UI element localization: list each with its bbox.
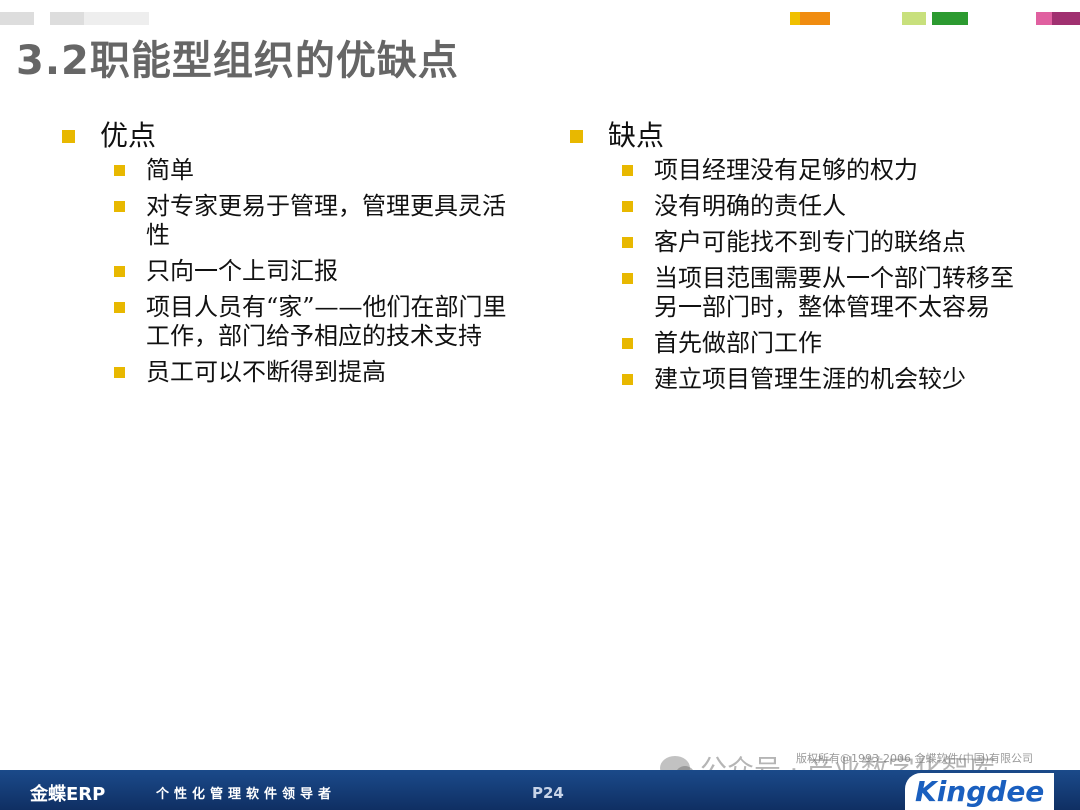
square-bullet-icon (622, 273, 633, 284)
square-bullet-icon (622, 237, 633, 248)
list-item-text: 项目人员有“家”——他们在部门里工作，部门给予相应的技术支持 (146, 293, 507, 350)
top-bar-gray-2 (50, 12, 84, 25)
square-bullet-icon (622, 165, 633, 176)
top-bar-lightgreen (902, 12, 926, 25)
list-item-text: 首先做部门工作 (654, 329, 822, 357)
footer-slogan: 个性化管理软件领导者 (156, 787, 337, 802)
advantages-heading-row: 优点 (58, 118, 538, 154)
list-item: 只向一个上司汇报 (114, 257, 538, 286)
list-item-text: 当项目范围需要从一个部门转移至另一部门时，整体管理不太容易 (654, 264, 1014, 321)
disadvantages-heading: 缺点 (608, 119, 665, 152)
list-item: 简单 (114, 156, 538, 185)
top-bar-gray-1 (0, 12, 34, 25)
top-bar-magenta (1052, 12, 1080, 25)
square-bullet-icon (114, 367, 125, 378)
top-bar-yellow (790, 12, 800, 25)
list-item-text: 对专家更易于管理，管理更具灵活性 (146, 192, 506, 249)
list-item-text: 客户可能找不到专门的联络点 (654, 228, 966, 256)
top-bar-pink (1036, 12, 1052, 25)
list-item-text: 员工可以不断得到提高 (146, 358, 386, 386)
advantages-heading: 优点 (100, 119, 157, 152)
list-item-text: 没有明确的责任人 (654, 192, 846, 220)
list-item-text: 项目经理没有足够的权力 (654, 156, 918, 184)
list-item: 当项目范围需要从一个部门转移至另一部门时，整体管理不太容易 (622, 264, 1046, 322)
list-item-text: 只向一个上司汇报 (146, 257, 338, 285)
list-item: 没有明确的责任人 (622, 192, 1046, 221)
disadvantages-list: 项目经理没有足够的权力 没有明确的责任人 客户可能找不到专门的联络点 当项目范围… (622, 156, 1046, 394)
list-item: 首先做部门工作 (622, 329, 1046, 358)
square-bullet-icon (622, 338, 633, 349)
page-number: P24 (532, 784, 564, 802)
square-bullet-icon (622, 374, 633, 385)
top-bar-gray-3 (84, 12, 149, 25)
disadvantages-column: 缺点 项目经理没有足够的权力 没有明确的责任人 客户可能找不到专门的联络点 当项… (566, 118, 1046, 401)
list-item: 建立项目管理生涯的机会较少 (622, 365, 1046, 394)
advantages-list: 简单 对专家更易于管理，管理更具灵活性 只向一个上司汇报 项目人员有“家”——他… (114, 156, 538, 387)
disadvantages-heading-row: 缺点 (566, 118, 1046, 154)
square-bullet-icon (570, 130, 583, 143)
list-item: 对专家更易于管理，管理更具灵活性 (114, 192, 538, 250)
list-item-text: 简单 (146, 156, 194, 184)
slide-title: 3.2职能型组织的优缺点 (16, 38, 459, 84)
list-item: 员工可以不断得到提高 (114, 358, 538, 387)
square-bullet-icon (114, 302, 125, 313)
list-item-text: 建立项目管理生涯的机会较少 (654, 365, 966, 393)
square-bullet-icon (622, 201, 633, 212)
square-bullet-icon (114, 266, 125, 277)
square-bullet-icon (62, 130, 75, 143)
square-bullet-icon (114, 201, 125, 212)
list-item: 客户可能找不到专门的联络点 (622, 228, 1046, 257)
list-item: 项目经理没有足够的权力 (622, 156, 1046, 185)
kingdee-logo: Kingdee (905, 773, 1055, 810)
footer-brand: 金蝶ERP (30, 784, 106, 805)
top-bar-orange (800, 12, 830, 25)
top-bar-green (932, 12, 968, 25)
advantages-column: 优点 简单 对专家更易于管理，管理更具灵活性 只向一个上司汇报 项目人员有“家”… (58, 118, 538, 394)
square-bullet-icon (114, 165, 125, 176)
list-item: 项目人员有“家”——他们在部门里工作，部门给予相应的技术支持 (114, 293, 538, 351)
footer-bar: 金蝶ERP 个性化管理软件领导者 P24 Kingdee (0, 770, 1080, 810)
